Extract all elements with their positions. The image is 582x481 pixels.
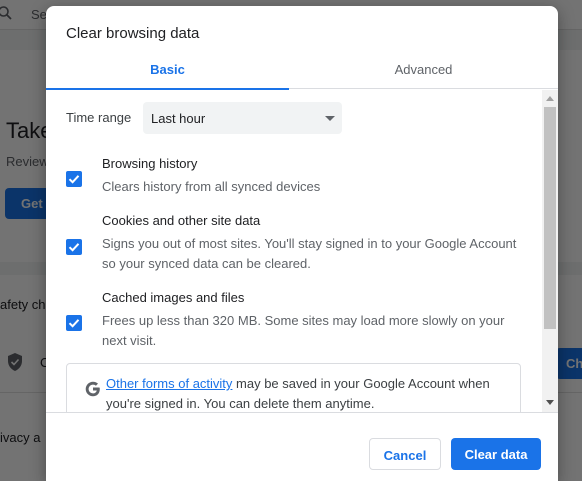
review-text: Review xyxy=(6,154,49,169)
time-range-select[interactable]: Last hour xyxy=(143,102,342,134)
clear-browsing-data-dialog: Clear browsing data Basic Advanced Time … xyxy=(46,6,558,481)
cached-images-description: Frees up less than 320 MB. Some sites ma… xyxy=(102,313,505,348)
cached-images-title: Cached images and files xyxy=(102,290,245,305)
check-now-button: Ch xyxy=(556,348,582,379)
other-activity-link[interactable]: Other forms of activity xyxy=(106,376,232,391)
checkmark-icon xyxy=(68,243,80,252)
tab-basic[interactable]: Basic xyxy=(46,54,289,90)
scroll-up-arrow-icon[interactable] xyxy=(546,96,554,101)
browsing-history-description: Clears history from all synced devices xyxy=(102,179,321,194)
scroll-thumb[interactable] xyxy=(544,107,556,329)
clear-data-button[interactable]: Clear data xyxy=(451,438,541,470)
google-g-icon xyxy=(82,378,104,400)
privacy-heading: ivacy a xyxy=(0,430,41,445)
browsing-history-checkbox[interactable] xyxy=(66,171,82,187)
search-placeholder-text: Se xyxy=(31,7,47,22)
cancel-button[interactable]: Cancel xyxy=(369,438,441,470)
tab-advanced[interactable]: Advanced xyxy=(302,54,545,89)
google-notice-text: Other forms of activity may be saved in … xyxy=(106,374,506,412)
browsing-history-title: Browsing history xyxy=(102,156,198,171)
checkmark-icon xyxy=(68,175,80,184)
safety-check-heading: afety ch xyxy=(0,297,46,312)
cookies-title: Cookies and other site data xyxy=(102,213,261,228)
cached-images-checkbox[interactable] xyxy=(66,315,82,331)
scroll-down-arrow-icon[interactable] xyxy=(546,400,554,405)
search-icon xyxy=(0,6,12,20)
chevron-down-icon xyxy=(325,116,335,121)
checkmark-icon xyxy=(68,319,80,328)
time-range-value: Last hour xyxy=(151,111,206,126)
dialog-title: Clear browsing data xyxy=(66,25,200,42)
shield-icon xyxy=(6,352,24,372)
content-scrollbar[interactable] xyxy=(542,90,558,412)
cookies-checkbox[interactable] xyxy=(66,239,82,255)
time-range-label: Time range xyxy=(66,110,132,125)
google-activity-notice: Other forms of activity may be saved in … xyxy=(66,363,521,412)
dialog-footer: Cancel Clear data xyxy=(46,412,558,481)
dialog-content: Time range Last hour Browsing history Cl… xyxy=(46,90,542,412)
cookies-description: Signs you out of most sites. You'll stay… xyxy=(102,236,517,271)
dialog-tabs: Basic Advanced xyxy=(46,54,558,90)
